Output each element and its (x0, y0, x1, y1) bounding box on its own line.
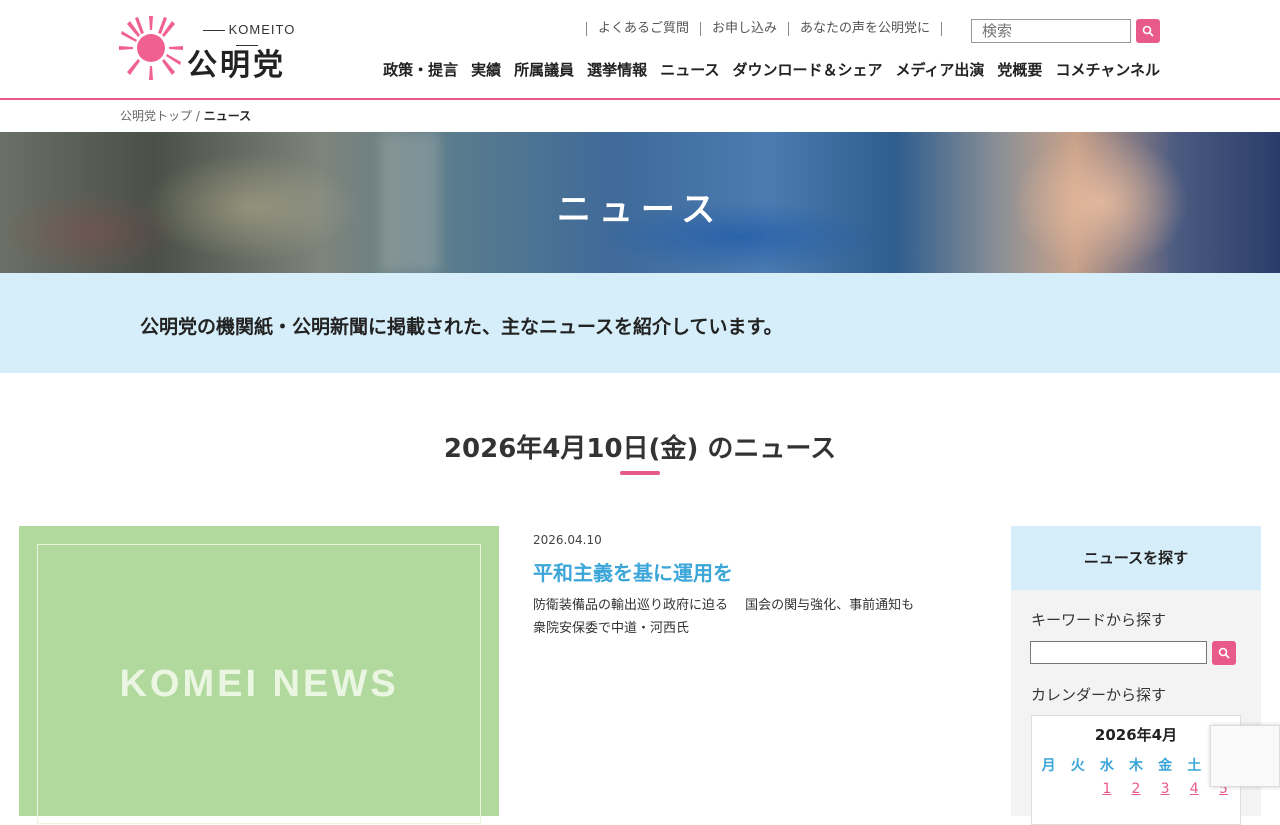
date-heading: 2026年4月10日(金) のニュース (443, 434, 837, 464)
article-summary-line: 防衛装備品の輸出巡り政府に迫る 国会の関与強化、事前通知も (533, 598, 915, 613)
article-item: 2026.04.10 平和主義を基に運用を 防衛装備品の輸出巡り政府に迫る 国会… (533, 533, 973, 640)
calendar-day-link[interactable]: 2 (1124, 781, 1148, 797)
site-search-input[interactable] (971, 19, 1131, 43)
sun-logo-icon (119, 16, 183, 80)
recaptcha-badge[interactable] (1210, 725, 1280, 787)
breadcrumb-current: ニュース (203, 109, 252, 123)
article-summary: 防衛装備品の輸出巡り政府に迫る 国会の関与強化、事前通知も 衆院安保委で中道・河… (533, 594, 973, 640)
faq-link[interactable]: よくあるご質問 (586, 22, 700, 36)
nav-news[interactable]: ニュース (660, 59, 719, 80)
keyword-search-button[interactable] (1212, 641, 1236, 665)
calendar-day-link[interactable]: 3 (1153, 781, 1177, 797)
nav-download-share[interactable]: ダウンロード＆シェア (732, 59, 882, 80)
nav-elections[interactable]: 選挙情報 (587, 59, 647, 80)
main-nav: 政策・提言 実績 所属議員 選挙情報 ニュース ダウンロード＆シェア メディア出… (370, 59, 1160, 80)
search-icon (1218, 647, 1230, 659)
voice-link[interactable]: あなたの声を公明党に (788, 22, 943, 36)
nav-achievements[interactable]: 実績 (471, 59, 501, 80)
search-icon (1142, 25, 1154, 37)
weekday-label: 月 (1041, 758, 1056, 774)
article-summary-line: 衆院安保委で中道・河西氏 (533, 621, 690, 636)
calendar-weekday-row: 月 火 水 木 金 土 日 (1032, 755, 1240, 775)
apply-link[interactable]: お申し込み (700, 22, 788, 36)
breadcrumb-separator: / (192, 109, 204, 123)
hero-banner: ニュース (0, 132, 1280, 273)
nav-komechannel[interactable]: コメチャンネル (1055, 59, 1160, 80)
calendar-day-empty (1037, 781, 1061, 797)
calendar-month-title: 2026年4月 (1094, 726, 1178, 744)
calendar-week-row: 1 2 3 4 5 (1032, 781, 1240, 797)
breadcrumb: 公明党トップ / ニュース (120, 107, 251, 124)
logo-japanese-text: 公明党 (187, 48, 286, 83)
site-header: KOMEITO 公明党 よくあるご質問 お申し込み あなたの声を公明党に 政策・… (0, 0, 1280, 100)
weekday-label: 金 (1158, 758, 1173, 774)
page-title: ニュース (556, 190, 724, 230)
calendar-search-label: カレンダーから探す (1031, 686, 1167, 704)
intro-text: 公明党の機関紙・公明新聞に掲載された、主なニュースを紹介しています。 (140, 316, 783, 338)
nav-media[interactable]: メディア出演 (895, 59, 984, 80)
weekday-label: 水 (1099, 758, 1114, 774)
keyword-search-label: キーワードから探す (1031, 611, 1167, 629)
site-logo[interactable]: KOMEITO 公明党 (119, 14, 309, 83)
heading-underline (620, 471, 660, 475)
breadcrumb-home[interactable]: 公明党トップ (120, 109, 192, 123)
site-search-button[interactable] (1136, 19, 1160, 43)
keyword-search-input[interactable] (1030, 641, 1207, 664)
sidebar-heading: ニュースを探す (1011, 526, 1261, 590)
calendar-day-link[interactable]: 4 (1182, 781, 1206, 797)
article-title-link[interactable]: 平和主義を基に運用を (533, 557, 973, 586)
nav-about[interactable]: 党概要 (997, 59, 1042, 80)
calendar-day-empty (1066, 781, 1090, 797)
nav-members[interactable]: 所属議員 (514, 59, 574, 80)
nav-policy[interactable]: 政策・提言 (383, 59, 458, 80)
article-date: 2026.04.10 (533, 533, 602, 547)
weekday-label: 土 (1187, 758, 1202, 774)
thumbnail-text: KOMEI NEWS (119, 663, 399, 705)
utility-nav: よくあるご質問 お申し込み あなたの声を公明党に (586, 22, 943, 36)
calendar-day-link[interactable]: 1 (1095, 781, 1119, 797)
weekday-label: 火 (1070, 758, 1085, 774)
intro-band: 公明党の機関紙・公明新聞に掲載された、主なニュースを紹介しています。 (0, 273, 1280, 373)
article-thumbnail[interactable]: KOMEI NEWS (19, 526, 499, 824)
weekday-label: 木 (1128, 758, 1143, 774)
